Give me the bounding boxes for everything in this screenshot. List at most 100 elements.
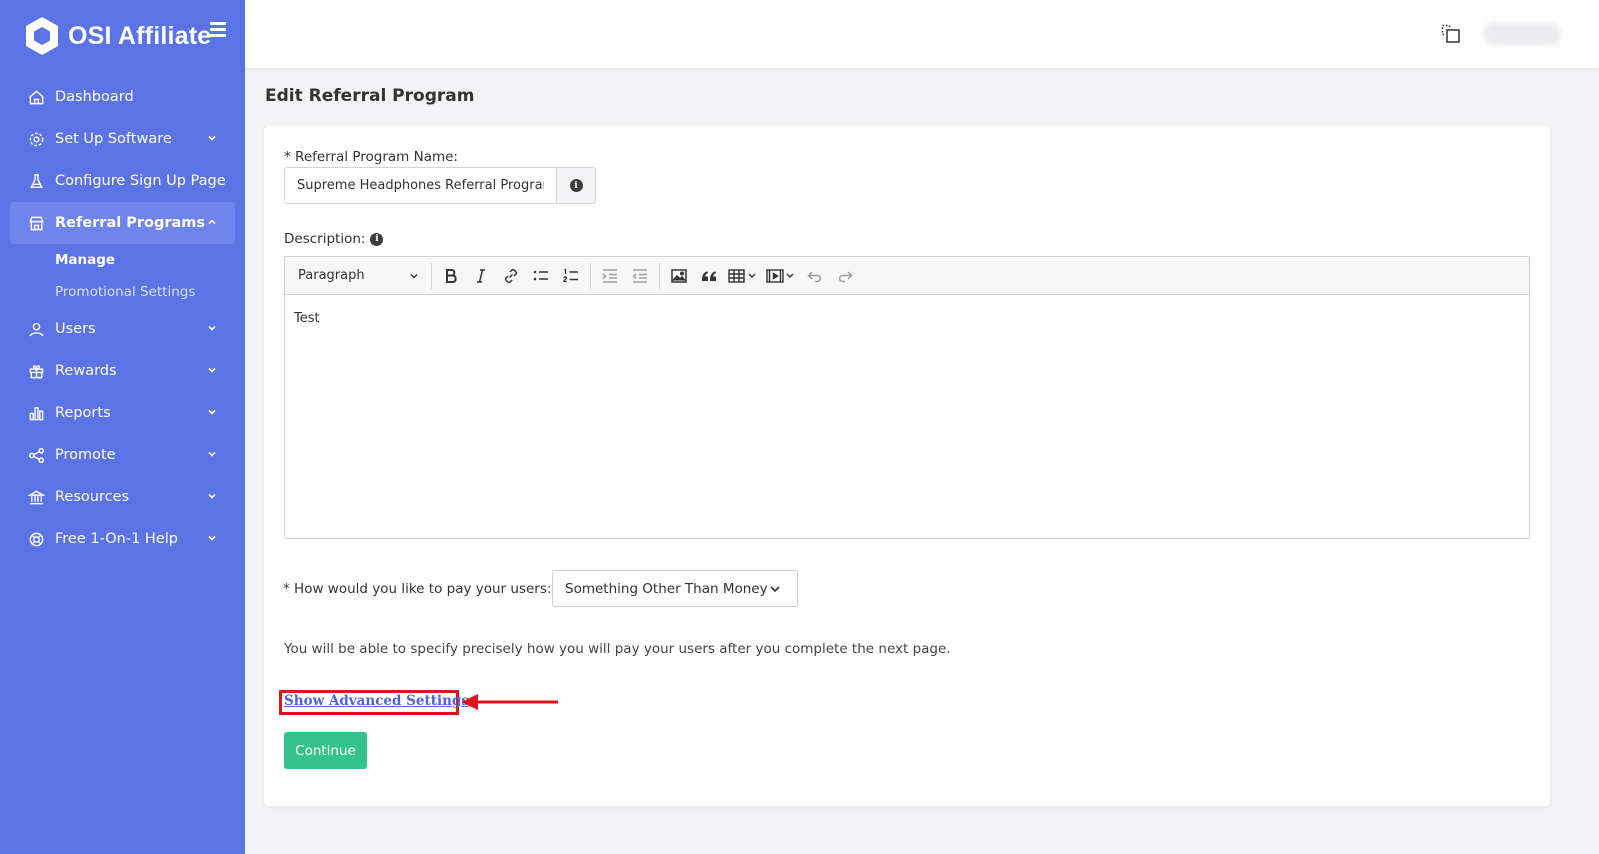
hexagon-logo-icon <box>26 17 58 55</box>
sidebar-item-label: Free 1-On-1 Help <box>55 531 178 547</box>
sidebar-item-configure-sign-up-page[interactable]: Configure Sign Up Page <box>10 160 235 202</box>
image-icon <box>671 268 687 283</box>
indent-icon <box>632 268 647 283</box>
brand-name: OSI Affiliate <box>68 21 212 50</box>
sidebar-subitem-label: Promotional Settings <box>55 284 196 300</box>
numbered-list-button[interactable] <box>556 261 586 291</box>
brand-logo[interactable]: OSI Affiliate <box>24 15 211 57</box>
pay-method-label: * How would you like to pay your users: <box>283 581 552 597</box>
chevron-down-icon <box>410 273 418 279</box>
link-button[interactable] <box>496 261 526 291</box>
sidebar-item-referral-programs[interactable]: Referral Programs <box>10 202 235 244</box>
quote-icon <box>702 271 716 281</box>
sidebar-subitem-promotional-settings[interactable]: Promotional Settings <box>10 276 235 308</box>
user-menu[interactable] <box>1483 22 1561 46</box>
numbered-list-icon <box>563 267 578 282</box>
gift-icon <box>27 362 45 380</box>
sidebar-item-label: Referral Programs <box>55 215 206 231</box>
bold-button[interactable] <box>436 261 466 291</box>
chevron-down-icon <box>208 493 216 499</box>
flask-icon <box>27 172 45 190</box>
sidebar-item-users[interactable]: Users <box>10 308 235 350</box>
insert-media-button[interactable] <box>762 261 800 291</box>
copy-icon[interactable] <box>1441 24 1461 44</box>
editor-toolbar: Paragraph <box>285 257 1529 295</box>
info-icon[interactable]: i <box>370 232 384 246</box>
chevron-down-icon <box>208 535 216 541</box>
description-label-row: Description: i <box>284 231 384 247</box>
sidebar-subitem-label: Manage <box>55 252 116 268</box>
sidebar-subitem-manage[interactable]: Manage <box>10 244 235 276</box>
insert-table-button[interactable] <box>724 261 762 291</box>
chevron-down-icon <box>208 325 216 331</box>
sidebar-item-label: Promote <box>55 447 116 463</box>
italic-icon <box>477 268 485 283</box>
pay-method-value: Something Other Than Money <box>565 580 768 597</box>
continue-button[interactable]: Continue <box>284 732 367 769</box>
sidebar-item-label: Configure Sign Up Page <box>55 173 226 189</box>
sidebar-item-reports[interactable]: Reports <box>10 392 235 434</box>
bulleted-list-button[interactable] <box>526 261 556 291</box>
toolbar-separator <box>659 262 660 289</box>
chevron-down-icon <box>208 451 216 457</box>
sidebar-item-label: Users <box>55 321 96 337</box>
undo-icon <box>807 270 822 282</box>
gear-icon <box>27 130 45 148</box>
chevron-down-icon <box>770 586 780 593</box>
program-name-info-button[interactable]: i <box>556 168 595 203</box>
toolbar-separator <box>431 262 432 289</box>
chevron-up-icon <box>208 219 216 225</box>
sidebar-item-label: Rewards <box>55 363 117 379</box>
block-quote-button[interactable] <box>694 261 724 291</box>
store-icon <box>27 214 45 232</box>
program-name-label: * Referral Program Name: <box>284 149 458 165</box>
chevron-down-icon <box>208 409 216 415</box>
page-title: Edit Referral Program <box>265 86 475 106</box>
description-label: Description: <box>284 231 366 247</box>
undo-button[interactable] <box>800 261 830 291</box>
sidebar-item-set-up-software[interactable]: Set Up Software <box>10 118 235 160</box>
pay-method-note: You will be able to specify precisely ho… <box>284 641 951 657</box>
bank-icon <box>27 488 45 506</box>
toolbar-separator <box>590 262 591 289</box>
link-icon <box>504 268 518 283</box>
top-header <box>245 0 1599 69</box>
outdent-icon <box>602 268 617 283</box>
rich-text-editor: Paragraph Test <box>284 256 1530 539</box>
italic-button[interactable] <box>466 261 496 291</box>
sidebar-item-resources[interactable]: Resources <box>10 476 235 518</box>
user-icon <box>27 320 45 338</box>
sidebar-item-rewards[interactable]: Rewards <box>10 350 235 392</box>
home-icon <box>27 88 45 106</box>
program-name-group: i <box>284 167 596 204</box>
editor-text: Test <box>294 311 320 326</box>
bold-icon <box>446 268 457 283</box>
sidebar-item-free-help[interactable]: Free 1-On-1 Help <box>10 518 235 560</box>
sidebar-nav: Dashboard Set Up Software Configure Sign… <box>10 76 235 560</box>
redo-button[interactable] <box>830 261 860 291</box>
sidebar: OSI Affiliate Dashboard Set Up Software … <box>0 0 245 854</box>
bulleted-list-icon <box>533 270 548 280</box>
sidebar-item-label: Set Up Software <box>55 131 172 147</box>
sidebar-item-dashboard[interactable]: Dashboard <box>10 76 235 118</box>
editor-content-area[interactable]: Test <box>285 295 1529 538</box>
bar-chart-icon <box>27 404 45 422</box>
sidebar-item-label: Resources <box>55 489 130 505</box>
annotation-arrow-icon <box>461 694 558 710</box>
program-name-input[interactable] <box>285 168 556 203</box>
redo-icon <box>838 270 853 282</box>
sidebar-item-label: Reports <box>55 405 111 421</box>
indent-button[interactable] <box>625 261 655 291</box>
menu-toggle-icon[interactable] <box>210 22 228 38</box>
table-icon <box>728 268 756 283</box>
chevron-down-icon <box>208 135 216 141</box>
info-icon: i <box>569 179 583 192</box>
outdent-button[interactable] <box>595 261 625 291</box>
insert-image-button[interactable] <box>664 261 694 291</box>
lifebuoy-icon <box>27 530 45 548</box>
sidebar-item-promote[interactable]: Promote <box>10 434 235 476</box>
edit-program-card: * Referral Program Name: i Description: … <box>264 126 1550 806</box>
pay-method-select[interactable]: Something Other Than Money <box>552 570 798 607</box>
paragraph-format-dropdown[interactable]: Paragraph <box>291 261 427 291</box>
show-advanced-settings-link[interactable]: Show Advanced Settings <box>284 693 469 709</box>
